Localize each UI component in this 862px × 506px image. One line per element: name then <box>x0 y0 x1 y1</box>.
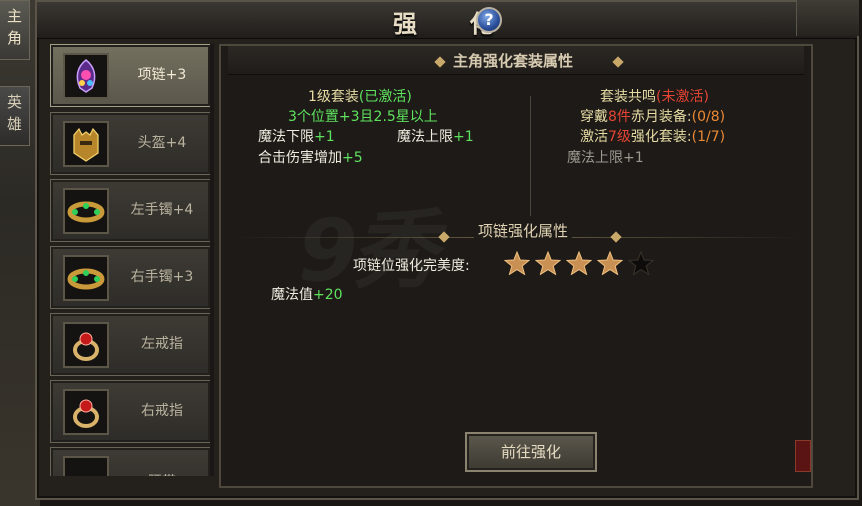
attr-name: 魔法值 <box>271 287 313 303</box>
list-item-right-bracelet[interactable]: 右手镯+3 <box>50 246 211 309</box>
item-label: 左手镯+4 <box>130 202 194 218</box>
star-filled-icon <box>597 251 623 275</box>
attr-value: +1 <box>453 129 474 145</box>
helmet-icon <box>63 121 109 167</box>
bracelet-icon <box>63 255 109 301</box>
attr-value: +20 <box>313 287 343 303</box>
list-item-left-ring[interactable]: 左戒指 <box>50 313 211 376</box>
resonance-req-2: 激活7级强化套装:(1/7) <box>580 126 725 146</box>
resonance-title-row: 套装共鸣(未激活) <box>600 86 709 106</box>
req-progress: (1/7) <box>691 129 726 145</box>
star-filled-icon <box>504 251 530 275</box>
set-level-label: 1级套装 <box>308 89 359 105</box>
perfection-label: 项链位强化完美度: <box>353 258 470 274</box>
go-enhance-button[interactable]: 前往强化 <box>465 432 597 472</box>
star-filled-icon <box>566 251 592 275</box>
attr-value: +5 <box>342 150 363 166</box>
help-icon[interactable]: ? <box>476 7 502 33</box>
tab-protagonist-label: 主角 <box>6 7 22 47</box>
list-scrollbar[interactable] <box>210 44 214 476</box>
tab-hero[interactable]: 英雄 <box>0 86 30 146</box>
resonance-title: 套装共鸣 <box>600 89 656 105</box>
ring-icon <box>63 322 109 368</box>
req-count: 8件 <box>608 109 631 125</box>
item-label: 项链+3 <box>137 67 187 83</box>
item-label: 头盔+4 <box>137 135 187 151</box>
attr-row: 魔法下限+1 <box>258 126 335 146</box>
ring-icon <box>63 389 109 435</box>
necklace-attr-row: 魔法值+20 <box>271 284 343 304</box>
necklace-icon <box>63 53 109 99</box>
req-text: 穿戴 <box>580 109 608 125</box>
belt-icon <box>63 456 109 476</box>
star-rating <box>504 251 659 279</box>
section-title: 项链强化属性 <box>474 220 573 241</box>
set-level-row: 1级套装(已激活) <box>308 86 412 106</box>
attr-row: 魔法上限+1 <box>397 126 474 146</box>
list-item-belt[interactable]: 腰带 <box>50 447 211 476</box>
tab-protagonist[interactable]: 主角 <box>0 0 30 60</box>
attr-row: 合击伤害增加+5 <box>258 147 363 167</box>
resonance-status: (未激活) <box>656 89 709 105</box>
set-condition: 3个位置+3且2.5星以上 <box>288 109 438 125</box>
list-item-necklace[interactable]: 项链+3 <box>50 44 211 107</box>
req-text: 强化套装: <box>630 129 692 145</box>
bracelet-icon <box>63 188 109 234</box>
resonance-attr: 魔法上限+1 <box>567 150 644 166</box>
list-item-left-bracelet[interactable]: 左手镯+4 <box>50 179 211 242</box>
attr-name: 魔法上限 <box>397 129 453 145</box>
item-label: 右手镯+3 <box>130 269 194 285</box>
item-label: 腰带 <box>117 452 207 476</box>
item-label: 左戒指 <box>141 336 183 352</box>
column-divider <box>530 96 531 216</box>
title-bar-right <box>796 0 859 36</box>
req-text: 赤月装备: <box>630 109 692 125</box>
star-filled-icon <box>535 251 561 275</box>
attr-value: +1 <box>314 129 335 145</box>
set-level-status: (已激活) <box>358 89 412 105</box>
close-icon[interactable] <box>795 440 811 472</box>
equipment-list[interactable]: 项链+3 头盔+4 左手镯+4 右手镯+3 左戒指 右戒指 <box>50 44 212 476</box>
tab-hero-label: 英雄 <box>6 93 22 133</box>
attr-name: 魔法下限 <box>258 129 314 145</box>
req-progress: (0/8) <box>691 109 726 125</box>
attr-name: 合击伤害增加 <box>258 150 342 166</box>
req-count: 7级 <box>608 129 631 145</box>
star-empty-icon <box>628 251 654 275</box>
background-left <box>0 0 40 506</box>
item-label: 右戒指 <box>141 403 183 419</box>
list-item-helmet[interactable]: 头盔+4 <box>50 112 211 175</box>
resonance-req-1: 穿戴8件赤月装备:(0/8) <box>580 106 725 126</box>
req-text: 激活 <box>580 129 608 145</box>
list-item-right-ring[interactable]: 右戒指 <box>50 380 211 443</box>
panel-title: 主角强化套装属性 <box>453 52 574 70</box>
